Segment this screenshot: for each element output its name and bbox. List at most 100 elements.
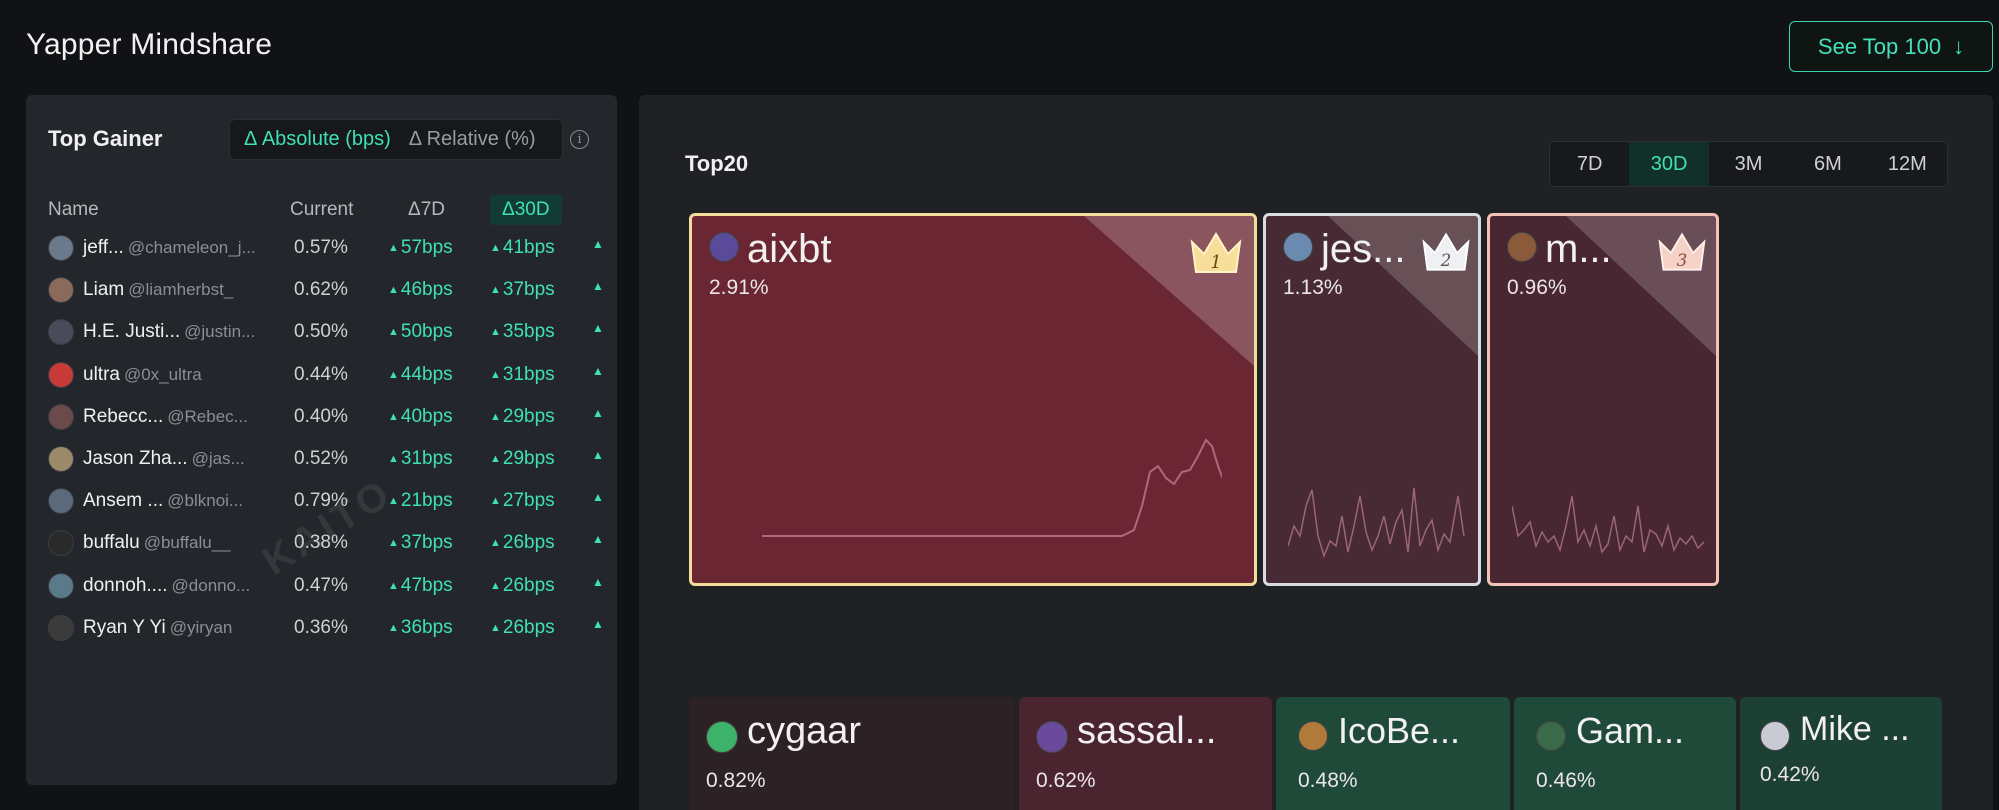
user-name: Liam @liamherbst_ (83, 279, 234, 301)
table-row[interactable]: donnoh.... @donno... 0.47% ▲ 47bps ▲ 26bps ▲ (26, 565, 617, 605)
user-name: Ansem ... @blknoi... (83, 490, 244, 512)
table-row[interactable]: Rebecc... @Rebec... 0.40% ▲ 40bps ▲ 29bps ▲ (26, 396, 617, 436)
up-triangle-icon: ▲ (388, 242, 399, 254)
user-handle: @buffalu__ (143, 533, 231, 553)
up-triangle-icon: ▲ (490, 242, 501, 254)
up-triangle-icon: ▲ (592, 405, 604, 420)
table-row[interactable]: Liam @liamherbst_ 0.62% ▲ 46bps ▲ 37bps ▲ (26, 269, 617, 309)
avatar (1036, 721, 1068, 753)
tile-pct: 2.91% (709, 276, 769, 299)
tile-name: IcoBe... (1338, 710, 1461, 751)
see-top-100-button[interactable]: See Top 100 ↓ (1789, 21, 1993, 72)
avatar (48, 361, 74, 388)
avatar (48, 446, 74, 472)
user-handle: @blknoi... (167, 491, 244, 511)
delta-30d-value: ▲ 26bps (490, 574, 555, 596)
delta-30d-value: ▲ 26bps (490, 616, 555, 638)
avatar (1283, 232, 1313, 262)
avatar (48, 572, 74, 599)
tile-sassal[interactable]: sassal... 0.62% (1019, 697, 1272, 810)
tile-pct: 0.82% (706, 769, 766, 792)
user-name: H.E. Justi... @justin... (83, 321, 256, 343)
tile-name: sassal... (1077, 710, 1217, 752)
tile-mike[interactable]: Mike ... 0.42% (1740, 697, 1942, 810)
period-30d[interactable]: 30D (1629, 142, 1709, 186)
tile-name: aixbt (747, 227, 832, 271)
avatar (48, 403, 74, 430)
rank-label: 2 (1440, 250, 1452, 270)
tile-cygaar[interactable]: cygaar 0.82% (689, 697, 1015, 810)
avatar (48, 530, 74, 557)
tile-name: Mike ... (1800, 710, 1910, 748)
tile-icobeast[interactable]: IcoBe... 0.48% (1276, 697, 1510, 810)
avatar (709, 232, 739, 262)
top20-title: Top20 (685, 151, 749, 176)
top-gainer-title: Top Gainer (48, 126, 163, 151)
top20-panel: Top20 7D 30D 3M 6M 12M 1 aixbt 2.91% 2 j… (639, 95, 1993, 810)
up-triangle-icon: ▲ (592, 490, 604, 505)
delta-7d-value: ▲ 31bps (388, 448, 453, 469)
column-current[interactable]: Current (290, 199, 353, 221)
delta-30d-value: ▲ 29bps (490, 405, 555, 427)
user-handle: @donno... (171, 575, 251, 595)
user-name: donnoh.... @donno... (83, 574, 251, 596)
up-triangle-icon: ▲ (592, 574, 604, 589)
up-triangle-icon: ▲ (388, 284, 399, 297)
column-delta-30d[interactable]: Δ30D (490, 195, 562, 225)
delta-30d-value: ▲ 27bps (490, 490, 555, 512)
toggle-absolute-option[interactable]: Δ Absolute (bps) (238, 128, 397, 151)
column-delta-7d[interactable]: Δ7D (408, 199, 445, 221)
up-triangle-icon: ▲ (592, 363, 604, 378)
tile-rank-2[interactable]: 2 jes... 1.13% (1263, 213, 1481, 586)
tile-rank-3[interactable]: 3 m... 0.96% (1487, 213, 1719, 586)
user-name: jeff... @chameleon_j... (83, 237, 256, 258)
up-triangle-icon: ▲ (490, 537, 501, 550)
mindshare-sparkline (1512, 495, 1705, 554)
table-row[interactable]: jeff... @chameleon_j... 0.57% ▲ 57bps ▲ 41bps ▲ (26, 227, 617, 267)
up-triangle-icon: ▲ (592, 616, 604, 631)
user-name: Rebecc... @Rebec... (83, 405, 248, 427)
user-handle: @chameleon_j... (127, 238, 256, 257)
delta-7d-value: ▲ 47bps (388, 574, 453, 596)
crown-bronze-icon: 3 (1658, 232, 1706, 271)
tile-name: Gam... (1576, 710, 1685, 751)
period-6m[interactable]: 6M (1788, 142, 1867, 186)
up-triangle-icon: ▲ (490, 621, 501, 634)
toggle-relative-option[interactable]: Δ Relative (%) (403, 128, 542, 151)
up-triangle-icon: ▲ (388, 453, 399, 465)
up-triangle-icon: ▲ (490, 495, 501, 508)
avatar (48, 319, 74, 346)
avatar (1298, 721, 1328, 751)
up-triangle-icon: ▲ (490, 453, 501, 465)
period-3m[interactable]: 3M (1709, 142, 1788, 186)
table-row[interactable]: ultra @0x_ultra 0.44% ▲ 44bps ▲ 31bps ▲ (26, 354, 617, 394)
user-name: buffalu @buffalu__ (83, 532, 231, 554)
table-row[interactable]: H.E. Justi... @justin... 0.50% ▲ 50bps ▲ 35bps… (26, 311, 617, 351)
delta-7d-value: ▲ 46bps (388, 279, 453, 301)
info-icon[interactable]: i (570, 130, 589, 149)
current-value: 0.50% (294, 321, 348, 343)
current-value: 0.40% (294, 405, 348, 427)
up-triangle-icon: ▲ (490, 284, 501, 297)
up-triangle-icon: ▲ (490, 579, 501, 592)
up-triangle-icon: ▲ (490, 326, 501, 339)
arrow-down-icon: ↓ (1953, 33, 1965, 59)
tile-gam[interactable]: Gam... 0.46% (1514, 697, 1736, 810)
table-row[interactable]: Ryan Y Yi @yiryan 0.36% ▲ 36bps ▲ 26bps ▲ (26, 607, 617, 647)
tile-pct: 0.62% (1036, 769, 1096, 792)
tile-pct: 0.42% (1760, 763, 1820, 786)
top-gainer-panel: Top Gainer Δ Absolute (bps) Δ Relative (… (26, 95, 617, 785)
tile-pct: 0.48% (1298, 769, 1358, 792)
up-triangle-icon: ▲ (388, 368, 399, 381)
tile-rank-1[interactable]: 1 aixbt 2.91% (689, 213, 1257, 586)
delta-30d-value: ▲ 41bps (490, 237, 555, 258)
period-12m[interactable]: 12M (1868, 142, 1947, 186)
avatar (1536, 721, 1566, 751)
avatar (48, 488, 74, 515)
mindshare-sparkline (762, 438, 1222, 537)
table-row[interactable]: Jason Zha... @jas... 0.52% ▲ 31bps ▲ 29bps ▲ (26, 438, 617, 478)
period-7d[interactable]: 7D (1550, 142, 1629, 186)
delta-30d-value: ▲ 26bps (490, 532, 555, 554)
avatar (1760, 721, 1790, 751)
period-selector: 7D 30D 3M 6M 12M (1549, 141, 1948, 187)
